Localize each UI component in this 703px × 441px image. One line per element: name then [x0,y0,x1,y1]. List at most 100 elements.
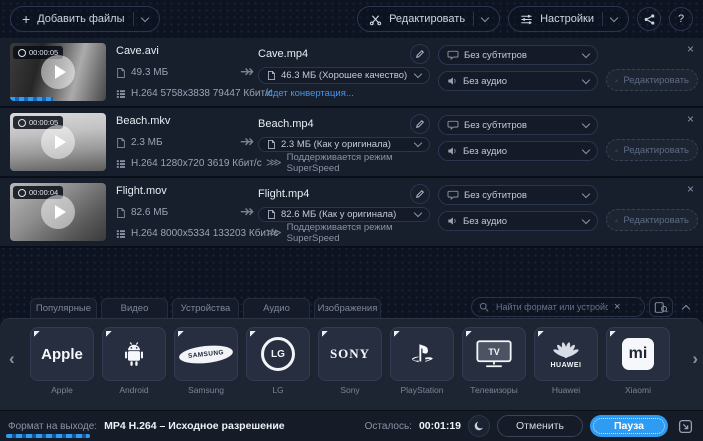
device-card-huawei: HUAWEI Huawei [534,327,598,395]
remove-file-button[interactable]: × [687,183,694,195]
svg-text:TV: TV [488,347,499,357]
moon-icon [473,420,485,432]
device-card-button[interactable]: Apple [30,327,94,381]
play-icon [55,135,66,149]
device-card-button[interactable]: SONY [318,327,382,381]
device-label: Android [119,385,148,395]
row-actions: Редактировать [598,43,698,101]
pencil-icon [415,49,425,59]
device-label: Телевизоры [470,385,517,395]
row-actions: Редактировать [598,113,698,171]
device-detection-button[interactable] [649,297,673,317]
sleep-mode-button[interactable] [468,415,490,437]
samsung-logo: SAMSUNG [178,343,233,366]
add-files-label: Добавить файлы [37,13,124,25]
edit-file-button[interactable]: Редактировать [606,139,698,161]
speaker-icon [447,216,458,226]
remove-file-button[interactable]: × [687,113,694,125]
time-remaining-value: 00:01:19 [419,420,461,432]
pause-button[interactable]: Пауза [590,415,668,437]
subtitles-dropdown[interactable]: Без субтитров [438,45,598,65]
format-panel: Популярные Видео Устройства Аудио Изобра… [0,296,703,410]
source-info: Flight.mov 82.6 МБ H.264 8000x5334 13320… [116,183,236,241]
edit-file-label: Редактировать [623,215,689,226]
device-card-playstation: PlayStation [390,327,454,395]
edit-file-button[interactable]: Редактировать [606,69,698,91]
clear-search-button[interactable]: × [614,302,620,313]
tab-audio[interactable]: Аудио [243,298,310,318]
output-size-dropdown[interactable]: 46.3 МБ (Хорошее качество) [258,67,430,84]
remove-file-button[interactable]: × [687,43,694,55]
superspeed-icon: ⋙ [266,226,282,239]
play-icon [55,205,66,219]
edit-menu-button[interactable]: Редактировать [357,6,500,32]
subtitles-dropdown[interactable]: Без субтитров [438,115,598,135]
tab-images[interactable]: Изображения [314,298,381,318]
audio-dropdown[interactable]: Без аудио [438,71,598,91]
clock-icon [18,119,26,127]
favorite-corner-icon [322,331,329,338]
collapse-panel-button[interactable] [677,297,695,317]
output-size-dropdown[interactable]: 82.6 МБ (Как у оригинала) [258,207,430,222]
output-info: Cave.mp4 46.3 МБ (Хорошее качество) [258,43,430,101]
device-card-xiaomi: mi Xiaomi [606,327,670,395]
edit-tools-icon [615,75,618,86]
help-button[interactable]: ? [669,7,693,31]
source-codec-row: H.264 5758x3838 79447 Кбит/с [116,88,236,99]
edit-file-button[interactable]: Редактировать [606,209,698,231]
cancel-button[interactable]: Отменить [497,415,583,437]
output-size-value: 2.3 МБ (Как у оригинала) [281,139,391,150]
track-options: Без субтитров Без аудио [430,43,598,101]
output-size-dropdown[interactable]: 2.3 МБ (Как у оригинала) [258,137,430,152]
superspeed-icon: ⋙ [266,156,282,169]
source-filesize: 82.6 МБ [131,207,168,218]
carousel-next-button[interactable]: › [692,349,698,369]
device-label: PlayStation [401,385,444,395]
tab-video[interactable]: Видео [101,298,168,318]
transfer-arrow-icon: ↠ [236,113,258,171]
device-card-apple: Apple Apple [30,327,94,395]
rename-button[interactable] [410,114,430,134]
device-card-android: Android [102,327,166,395]
audio-value: Без аудио [463,146,507,157]
device-card-button[interactable] [390,327,454,381]
minimize-to-tray-button[interactable] [675,416,695,436]
rename-button[interactable] [410,184,430,204]
output-size-value: 46.3 МБ (Хорошее качество) [281,70,407,81]
video-thumbnail[interactable]: 00:00:05 [10,113,106,171]
video-thumbnail[interactable]: 00:00:05 [10,43,106,101]
tab-popular[interactable]: Популярные [30,298,97,318]
play-icon [55,65,66,79]
favorite-corner-icon [106,331,113,338]
huawei-wordmark: HUAWEI [551,362,582,369]
device-card-button[interactable]: HUAWEI [534,327,598,381]
settings-menu-button[interactable]: Настройки [508,6,629,32]
rename-button[interactable] [410,44,430,64]
device-card-button[interactable] [102,327,166,381]
audio-dropdown[interactable]: Без аудио [438,141,598,161]
device-card-button[interactable]: LG [246,327,310,381]
subtitles-dropdown[interactable]: Без субтитров [438,185,598,205]
tab-devices[interactable]: Устройства [172,298,239,318]
edit-tools-icon [615,145,618,156]
chevron-down-icon [582,189,590,197]
play-button[interactable] [41,125,75,159]
pencil-icon [415,189,425,199]
file-icon [267,70,276,81]
source-filesize-row: 2.3 МБ [116,137,236,149]
device-card-button[interactable]: mi [606,327,670,381]
carousel-prev-button[interactable]: ‹ [9,349,15,369]
play-button[interactable] [41,195,75,229]
device-card-lg: LG LG [246,327,310,395]
search-input[interactable] [494,301,610,313]
share-button[interactable] [637,7,661,31]
add-files-button[interactable]: + Добавить файлы [10,6,160,32]
speech-bubble-icon [447,50,459,60]
audio-dropdown[interactable]: Без аудио [438,211,598,231]
video-thumbnail[interactable]: 00:00:04 [10,183,106,241]
device-card-button[interactable]: TV [462,327,526,381]
settings-sliders-icon [520,13,533,26]
device-card-button[interactable]: SAMSUNG [174,327,238,381]
play-button[interactable] [41,55,75,89]
file-row: 00:00:05 Beach.mkv 2.3 МБ H.26 [0,108,703,178]
